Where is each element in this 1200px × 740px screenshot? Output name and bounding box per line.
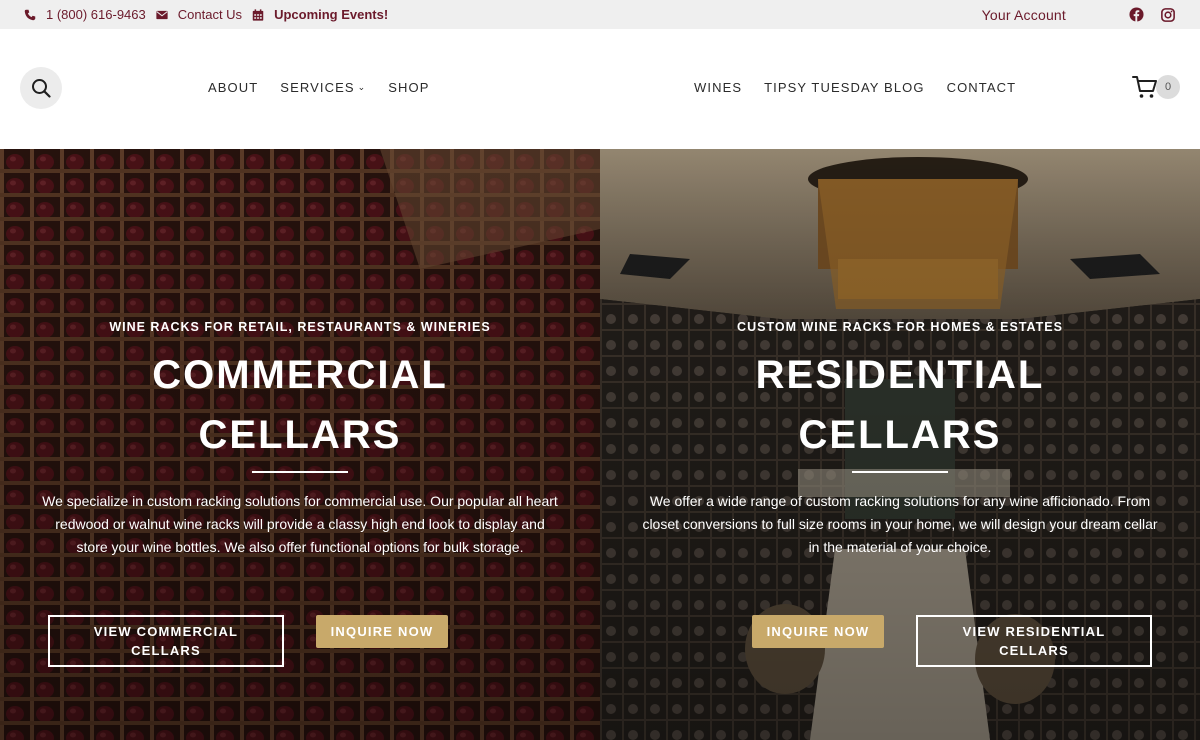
commercial-cellars-panel: WINE RACKS FOR RETAIL, RESTAURANTS & WIN…: [0, 149, 600, 740]
residential-content: CUSTOM WINE RACKS FOR HOMES & ESTATES RE…: [600, 149, 1200, 740]
primary-nav-right: WINES TIPSY TUESDAY BLOG CONTACT: [694, 80, 1038, 95]
your-account-link[interactable]: Your Account: [982, 7, 1066, 23]
commercial-title-line2: CELLARS: [198, 413, 402, 457]
site-header: ABOUT SERVICES ⌄ SHOP WINES TIPSY TUESDAY…: [0, 29, 1200, 149]
events-label: Upcoming Events!: [274, 7, 389, 22]
chevron-down-icon: ⌄: [357, 82, 367, 92]
residential-divider: [852, 471, 948, 473]
phone-link[interactable]: 1 (800) 616-9463: [24, 7, 146, 22]
nav-contact[interactable]: CONTACT: [947, 80, 1017, 95]
nav-services[interactable]: SERVICES ⌄: [280, 80, 366, 95]
facebook-icon[interactable]: [1128, 7, 1144, 23]
view-residential-cellars-button[interactable]: VIEW RESIDENTIAL CELLARS: [916, 615, 1152, 667]
nav-about[interactable]: ABOUT: [208, 80, 258, 95]
nav-wines[interactable]: WINES: [694, 80, 742, 95]
phone-icon: [24, 9, 36, 20]
residential-eyebrow: CUSTOM WINE RACKS FOR HOMES & ESTATES: [737, 320, 1063, 334]
shopping-cart-icon: [1132, 76, 1157, 98]
nav-shop[interactable]: SHOP: [388, 80, 429, 95]
residential-description: We offer a wide range of custom racking …: [642, 493, 1158, 555]
residential-inquire-now-button[interactable]: INQUIRE NOW: [752, 615, 884, 648]
instagram-icon[interactable]: [1160, 7, 1176, 23]
contact-label: Contact Us: [177, 7, 243, 22]
top-utility-bar: 1 (800) 616-9463 Contact Us Upcoming Eve…: [0, 0, 1200, 29]
commercial-inquire-now-button[interactable]: INQUIRE NOW: [316, 615, 448, 648]
residential-title: RESIDENTIAL CELLARS: [600, 345, 1200, 465]
search-button[interactable]: [20, 67, 62, 109]
events-link[interactable]: Upcoming Events!: [252, 7, 388, 22]
primary-nav-left: ABOUT SERVICES ⌄ SHOP: [208, 80, 452, 95]
commercial-content: WINE RACKS FOR RETAIL, RESTAURANTS & WIN…: [0, 149, 600, 740]
commercial-description: We specialize in custom racking solution…: [42, 493, 558, 555]
commercial-eyebrow: WINE RACKS FOR RETAIL, RESTAURANTS & WIN…: [109, 320, 491, 334]
residential-title-line1: RESIDENTIAL: [755, 353, 1045, 397]
commercial-divider: [252, 471, 348, 473]
search-icon: [32, 79, 51, 98]
nav-services-label: SERVICES: [280, 80, 355, 95]
commercial-title: COMMERCIAL CELLARS: [0, 345, 600, 465]
envelope-icon: [156, 10, 168, 19]
view-commercial-cellars-button[interactable]: VIEW COMMERCIAL CELLARS: [48, 615, 284, 667]
residential-title-line2: CELLARS: [798, 413, 1002, 457]
calendar-icon: [252, 8, 264, 21]
cart-button[interactable]: 0: [1132, 75, 1180, 99]
cart-count-badge: 0: [1156, 75, 1180, 99]
commercial-title-line1: COMMERCIAL: [152, 353, 448, 397]
contact-link[interactable]: Contact Us: [156, 7, 242, 22]
nav-tipsy-tuesday-blog[interactable]: TIPSY TUESDAY BLOG: [764, 80, 924, 95]
residential-cellars-panel: CUSTOM WINE RACKS FOR HOMES & ESTATES RE…: [600, 149, 1200, 740]
phone-number: 1 (800) 616-9463: [46, 7, 146, 22]
